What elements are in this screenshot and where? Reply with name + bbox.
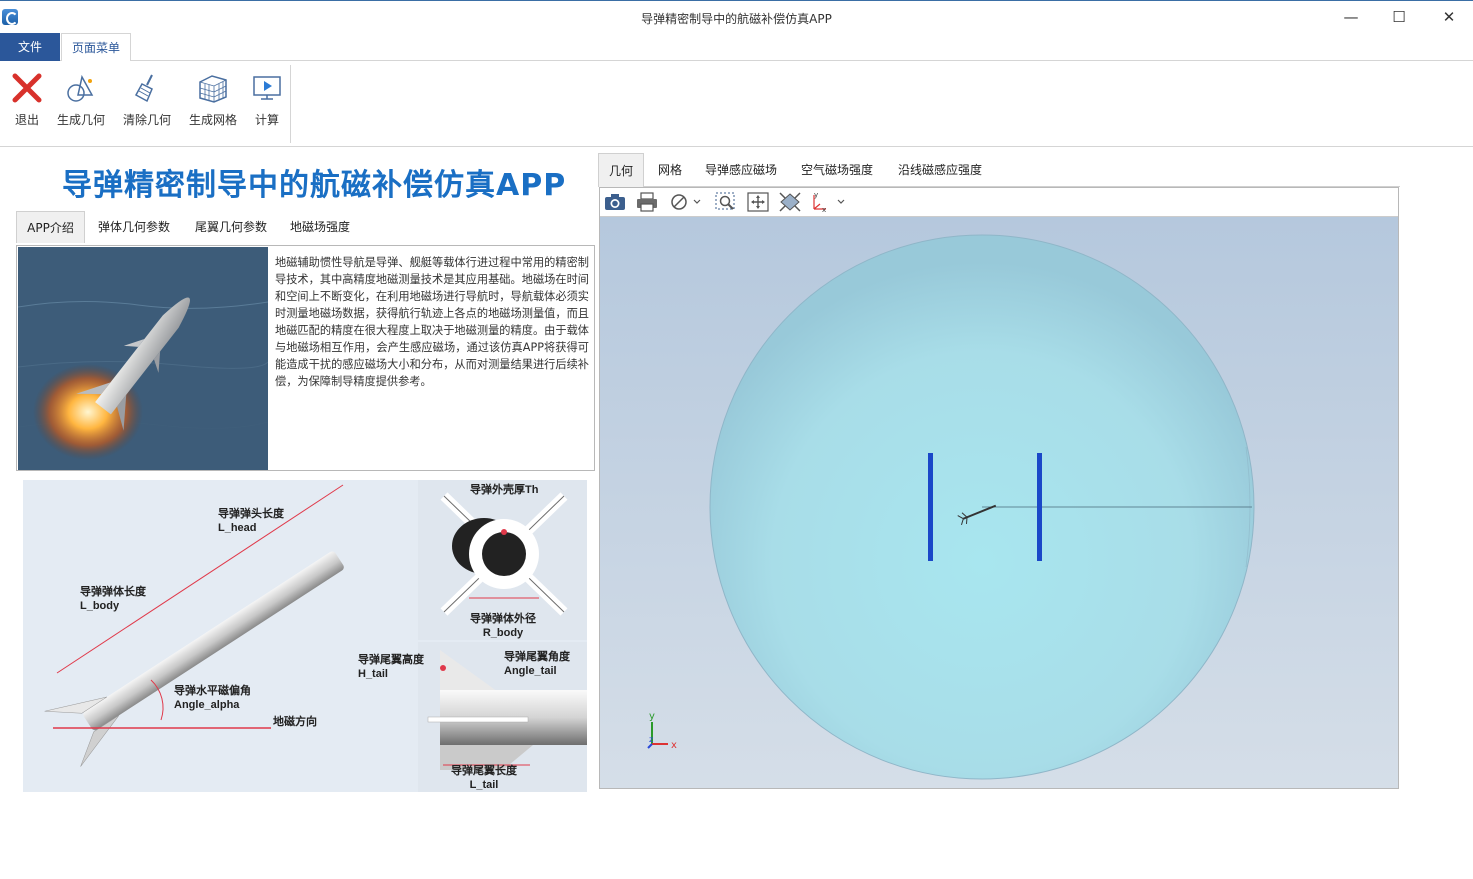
- generate-mesh-button[interactable]: 生成网格: [186, 67, 240, 135]
- close-button[interactable]: ✕: [1426, 5, 1472, 29]
- tab-geomagnetic-field[interactable]: 地磁场强度: [280, 211, 360, 243]
- zoom-extents-icon[interactable]: [746, 191, 770, 213]
- camera-icon[interactable]: [603, 191, 627, 213]
- window-title: 导弹精密制导中的航磁补偿仿真APP: [641, 12, 832, 26]
- render-mode-icon[interactable]: [668, 191, 704, 213]
- axes-orientation-icon[interactable]: yx: [810, 191, 848, 214]
- minimize-button[interactable]: —: [1328, 5, 1374, 29]
- generate-geometry-button[interactable]: 生成几何: [54, 67, 108, 135]
- tab-geometry[interactable]: 几何: [598, 153, 644, 187]
- missile-photo: [18, 247, 268, 470]
- helmholtz-plate-right: [1037, 453, 1042, 561]
- compute-button[interactable]: 计算: [250, 67, 284, 135]
- ribbon-tab-bar: 文件 页面菜单: [0, 33, 1473, 62]
- label-shell-thickness: 导弹外壳厚Th: [470, 484, 539, 496]
- ribbon-tab-file[interactable]: 文件: [0, 33, 60, 61]
- exit-x-icon: [10, 71, 44, 105]
- right-tab-bar: 几何 网格 导弹感应磁场 空气磁场强度 沿线磁感应强度: [598, 153, 1400, 187]
- clear-geometry-label: 清除几何: [122, 113, 171, 127]
- maximize-button[interactable]: ☐: [1376, 5, 1422, 29]
- left-tab-bar: APP介绍 弹体几何参数 尾翼几何参数 地磁场强度: [16, 211, 595, 243]
- axis-triad: y x z: [647, 711, 677, 751]
- tab-tail-geometry[interactable]: 尾翼几何参数: [184, 211, 278, 243]
- svg-text:y: y: [649, 711, 655, 722]
- tab-mesh[interactable]: 网格: [648, 153, 692, 187]
- compute-label: 计算: [254, 113, 279, 127]
- graphics-toolbar: yx: [600, 188, 1398, 217]
- ribbon-tab-page-menu[interactable]: 页面菜单: [61, 33, 131, 62]
- intro-text: 地磁辅助惯性导航是导弹、舰艇等载体行进过程中常用的精密制导技术，其中高精度地磁测…: [275, 256, 589, 388]
- tab-air-field-strength[interactable]: 空气磁场强度: [792, 153, 882, 187]
- parameter-diagram: 导弹弹头长度 L_head 导弹弹体长度 L_body 导弹水平磁偏角 Angle_a…: [23, 480, 587, 792]
- zoom-box-icon[interactable]: [714, 191, 738, 213]
- label-r-body: 导弹弹体外径 R_body: [470, 613, 536, 639]
- svg-text:z: z: [649, 735, 653, 744]
- helmholtz-plate-left: [928, 453, 933, 561]
- ribbon-toolbar: 退出 生成几何 清除几何 生成网格 计算: [0, 61, 1473, 147]
- intro-panel: 地磁辅助惯性导航是导弹、舰艇等载体行进过程中常用的精密制导技术，其中高精度地磁测…: [16, 245, 595, 471]
- exit-label: 退出: [14, 113, 39, 127]
- label-l-head: 导弹弹头长度 L_head: [218, 508, 284, 534]
- svg-text:x: x: [671, 740, 677, 751]
- ribbon-group-separator: [290, 65, 291, 143]
- label-l-tail: 导弹尾翼长度 L_tail: [451, 765, 517, 791]
- graphics-canvas[interactable]: y x z: [600, 217, 1398, 788]
- app-heading: 导弹精密制导中的航磁补偿仿真APP: [62, 168, 567, 203]
- print-icon[interactable]: [635, 191, 659, 213]
- label-l-body: 导弹弹体长度 L_body: [80, 586, 146, 612]
- label-angle-alpha: 导弹水平磁偏角 Angle_alpha: [174, 685, 251, 711]
- mesh-cube-icon: [196, 71, 230, 105]
- title-bar: 导弹精密制导中的航磁补偿仿真APP — ☐ ✕: [0, 0, 1473, 33]
- tab-app-intro[interactable]: APP介绍: [16, 211, 85, 243]
- fit-view-icon[interactable]: [778, 191, 802, 213]
- tab-missile-induced-field[interactable]: 导弹感应磁场: [696, 153, 786, 187]
- tab-line-flux-density[interactable]: 沿线磁感应强度: [888, 153, 992, 187]
- generate-geometry-label: 生成几何: [56, 113, 105, 127]
- svg-text:y: y: [814, 191, 818, 199]
- broom-icon: [130, 71, 164, 105]
- label-angle-tail: 导弹尾翼角度 Angle_tail: [504, 651, 570, 677]
- geometry-icon: [64, 71, 98, 105]
- svg-text:x: x: [822, 206, 826, 213]
- label-field-direction: 地磁方向: [273, 716, 317, 728]
- clear-geometry-button[interactable]: 清除几何: [120, 67, 174, 135]
- tab-body-geometry[interactable]: 弹体几何参数: [87, 211, 181, 243]
- compute-play-icon: [250, 71, 284, 105]
- exit-button[interactable]: 退出: [6, 67, 48, 135]
- graphics-viewer: yx y x z: [599, 187, 1399, 789]
- label-h-tail: 导弹尾翼高度 H_tail: [358, 654, 424, 680]
- generate-mesh-label: 生成网格: [188, 113, 237, 127]
